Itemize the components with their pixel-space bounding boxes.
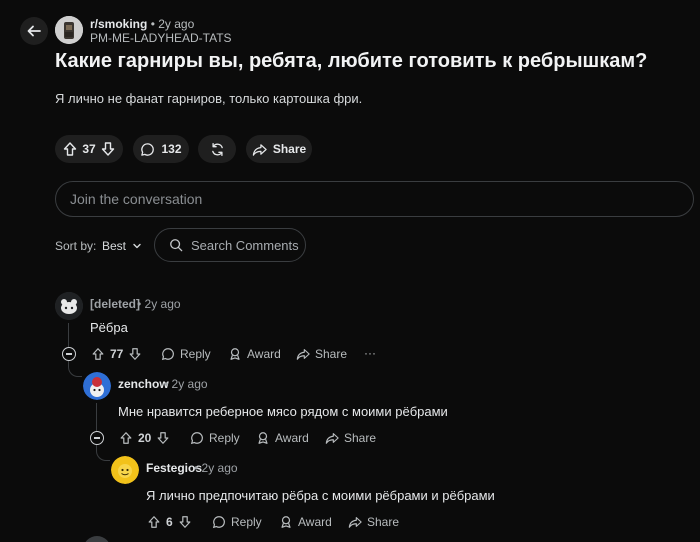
arrow-up-icon[interactable] <box>119 431 133 445</box>
subreddit-avatar[interactable] <box>55 16 83 44</box>
speech-bubble-icon <box>190 432 203 445</box>
reply-button[interactable]: Reply <box>161 347 211 361</box>
avatar[interactable] <box>83 372 111 400</box>
comment-vote-group: 77 <box>91 347 142 361</box>
sort-dropdown[interactable]: Best <box>102 239 142 253</box>
comment-author[interactable]: zenchow <box>118 377 169 391</box>
post-comments-button[interactable]: 132 <box>133 135 189 163</box>
post-author[interactable]: PM-ME-LADYHEAD-TATS <box>90 31 232 45</box>
comment-body: Мне нравится реберное мясо рядом с моими… <box>118 404 448 419</box>
sort-value: Best <box>102 239 127 253</box>
award-label: Award <box>298 515 332 529</box>
arrow-up-icon[interactable] <box>62 141 78 157</box>
post-award-button[interactable] <box>198 135 236 163</box>
reply-button[interactable]: Reply <box>190 431 240 445</box>
post-age: 2y ago <box>158 17 195 31</box>
share-arrow-icon <box>348 517 362 528</box>
reply-label: Reply <box>209 431 240 445</box>
comment-vote-count: 20 <box>138 431 152 445</box>
back-button[interactable] <box>20 17 48 45</box>
subreddit-name[interactable]: r/smoking <box>90 17 147 31</box>
post-title: Какие гарниры вы, ребята, любите готовит… <box>55 50 648 72</box>
arrow-down-icon[interactable] <box>100 141 116 157</box>
avatar[interactable] <box>111 456 139 484</box>
arrow-up-icon[interactable] <box>147 515 161 529</box>
post-share-button[interactable]: Share <box>246 135 312 163</box>
thread-line <box>68 323 69 348</box>
award-button[interactable]: Award <box>256 431 309 445</box>
award-icon <box>281 516 291 528</box>
comment-age: • 2y ago <box>137 297 181 311</box>
more-options-button[interactable]: ··· <box>364 346 376 360</box>
reply-label: Reply <box>231 515 262 529</box>
comment-age-text: 2y ago <box>201 461 238 475</box>
speech-bubble-icon <box>141 142 155 156</box>
arrow-left-icon <box>27 25 41 37</box>
arrow-down-icon[interactable] <box>156 431 170 445</box>
search-comments-input[interactable]: Search Comments <box>154 228 306 262</box>
reply-button[interactable]: Reply <box>212 515 262 529</box>
meta-separator: • <box>137 297 142 311</box>
share-label: Share <box>344 431 377 445</box>
join-conversation-input[interactable]: Join the conversation <box>55 181 694 217</box>
comment-vote-group: 20 <box>119 431 170 445</box>
comment-vote-group: 6 <box>147 515 192 529</box>
share-arrow-icon <box>252 143 267 156</box>
thread-connector <box>68 361 82 377</box>
post-comment-count: 132 <box>161 142 182 156</box>
thread-line <box>96 403 97 431</box>
arrow-down-icon[interactable] <box>128 347 142 361</box>
magnifier-icon <box>170 239 183 252</box>
share-button[interactable]: Share <box>296 347 347 361</box>
comment-body: Я лично предпочитаю рёбра с моими рёбрам… <box>146 488 495 503</box>
thread-connector <box>96 445 110 461</box>
award-button[interactable]: Award <box>279 515 332 529</box>
search-comments-placeholder: Search Comments <box>191 237 299 253</box>
post-meta: r/smoking • 2y ago <box>90 17 194 31</box>
comment-age: • 2y ago <box>194 461 238 475</box>
meta-separator: • <box>194 461 199 475</box>
comment-age: • 2y ago <box>164 377 208 391</box>
meta-separator: • <box>150 17 155 31</box>
chevron-down-icon <box>133 243 141 249</box>
sort-label: Sort by: <box>55 239 97 253</box>
share-button[interactable]: Share <box>325 431 376 445</box>
meta-separator: • <box>164 377 169 391</box>
speech-bubble-icon <box>212 516 225 529</box>
post-share-label: Share <box>272 142 307 156</box>
post-body: Я лично не фанат гарниров, только картош… <box>55 91 363 106</box>
comment-age-text: 2y ago <box>144 297 181 311</box>
comment-vote-count: 6 <box>166 515 173 529</box>
refresh-icon <box>211 142 223 156</box>
award-icon <box>258 432 268 444</box>
reply-label: Reply <box>180 347 211 361</box>
collapse-button[interactable] <box>62 347 76 361</box>
award-button[interactable]: Award <box>228 347 281 361</box>
share-label: Share <box>315 347 348 361</box>
share-button[interactable]: Share <box>348 515 399 529</box>
avatar[interactable] <box>83 536 111 542</box>
arrow-down-icon[interactable] <box>178 515 192 529</box>
post-vote-count: 37 <box>82 142 96 156</box>
share-arrow-icon <box>296 349 310 360</box>
share-label: Share <box>367 515 400 529</box>
arrow-up-icon[interactable] <box>91 347 105 361</box>
award-label: Award <box>247 347 281 361</box>
share-arrow-icon <box>325 433 339 444</box>
collapse-button[interactable] <box>90 431 104 445</box>
comment-body: Рёбра <box>90 320 128 335</box>
speech-bubble-icon <box>161 348 174 361</box>
award-label: Award <box>275 431 309 445</box>
post-vote-group: 37 <box>55 135 123 163</box>
comment-vote-count: 77 <box>110 347 124 361</box>
award-icon <box>230 348 240 360</box>
avatar[interactable] <box>55 292 83 320</box>
comment-age-text: 2y ago <box>171 377 208 391</box>
comment-author: [deleted] <box>90 297 141 311</box>
